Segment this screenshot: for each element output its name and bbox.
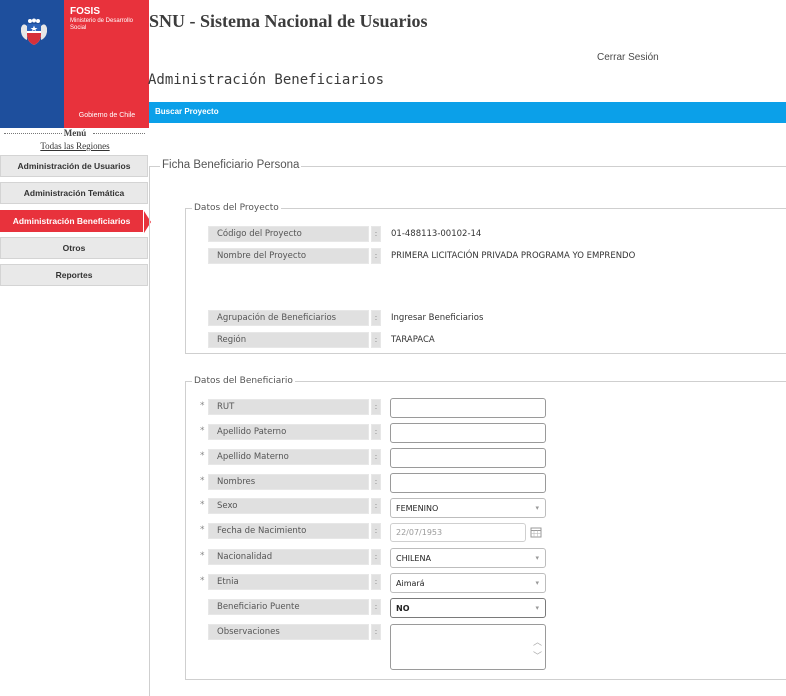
sidebar-item-reports[interactable]: Reportes — [0, 264, 148, 286]
colon-separator: : — [371, 599, 381, 615]
chevron-down-icon: ▾ — [535, 504, 539, 512]
scroll-down-icon[interactable]: ﹀ — [533, 653, 542, 662]
paternal-surname-label: Apellido Paterno — [208, 424, 369, 440]
rut-input[interactable] — [390, 398, 546, 418]
colon-separator: : — [371, 310, 381, 326]
action-bar: Buscar Proyecto — [149, 102, 786, 123]
colon-separator: : — [371, 498, 381, 514]
ethnicity-select-value: Aimará — [396, 579, 425, 588]
logo-ministry: Ministerio de Desarrollo Social — [70, 18, 134, 31]
scroll-up-icon[interactable]: ︿ — [533, 639, 542, 648]
app-title: SNU - Sistema Nacional de Usuarios — [149, 11, 428, 31]
logo-brand: FOSIS — [70, 6, 101, 17]
colon-separator: : — [371, 332, 381, 348]
paternal-surname-input[interactable] — [390, 423, 546, 443]
logo-government: Gobierno de Chile — [78, 112, 136, 119]
birth-date-field[interactable]: 22/07/1953 — [390, 523, 526, 542]
required-mark: * — [200, 426, 205, 436]
maternal-surname-label: Apellido Materno — [208, 449, 369, 465]
colon-separator: : — [371, 574, 381, 590]
bridge-beneficiary-select[interactable]: NO ▾ — [390, 598, 546, 618]
first-names-label: Nombres — [208, 474, 369, 490]
colon-separator: : — [371, 248, 381, 264]
calendar-icon[interactable] — [530, 526, 542, 538]
colon-separator: : — [371, 624, 381, 640]
nationality-label: Nacionalidad — [208, 549, 369, 565]
colon-separator: : — [371, 399, 381, 415]
maternal-surname-input[interactable] — [390, 448, 546, 468]
chevron-down-icon: ▾ — [535, 604, 539, 612]
first-names-input[interactable] — [390, 473, 546, 493]
beneficiary-group-value: Ingresar Beneficiarios — [391, 313, 484, 323]
observations-label: Observaciones — [208, 624, 369, 640]
required-mark: * — [200, 401, 205, 411]
required-mark: * — [200, 451, 205, 461]
project-code-label: Código del Proyecto — [208, 226, 369, 242]
project-code-value: 01-488113-00102-14 — [391, 229, 482, 239]
ficha-legend: Ficha Beneficiario Persona — [160, 159, 302, 171]
sidebar-item-others[interactable]: Otros — [0, 237, 148, 259]
search-project-link[interactable]: Buscar Proyecto — [155, 107, 219, 117]
required-mark: * — [200, 500, 205, 510]
rut-label: RUT — [208, 399, 369, 415]
sidebar-item-label: Administración Beneficiarios — [12, 216, 131, 226]
sex-select[interactable]: FEMENINO ▾ — [390, 498, 546, 518]
sex-label: Sexo — [208, 498, 369, 514]
bridge-beneficiary-select-value: NO — [396, 604, 410, 613]
region-value: TARAPACA — [391, 335, 435, 345]
project-legend: Datos del Proyecto — [192, 202, 281, 214]
project-name-value: PRIMERA LICITACIÓN PRIVADA PROGRAMA YO E… — [391, 251, 636, 261]
sidebar-item-users[interactable]: Administración de Usuarios — [0, 155, 148, 177]
sidebar-item-thematic[interactable]: Administración Temática — [0, 182, 148, 204]
observations-textarea[interactable]: ︿ ﹀ — [390, 624, 546, 670]
project-name-label: Nombre del Proyecto — [208, 248, 369, 264]
sex-select-value: FEMENINO — [396, 504, 439, 513]
required-mark: * — [200, 551, 205, 561]
menu-title: Menú — [63, 128, 87, 138]
nationality-select-value: CHILENA — [396, 554, 431, 563]
ethnicity-select[interactable]: Aimará ▾ — [390, 573, 546, 593]
nationality-select[interactable]: CHILENA ▾ — [390, 548, 546, 568]
colon-separator: : — [371, 549, 381, 565]
beneficiary-group-label: Agrupación de Beneficiarios — [208, 310, 369, 326]
required-mark: * — [200, 576, 205, 586]
colon-separator: : — [371, 226, 381, 242]
chile-coat-of-arms-icon — [21, 18, 47, 45]
colon-separator: : — [371, 474, 381, 490]
required-mark: * — [200, 525, 205, 535]
colon-separator: : — [371, 449, 381, 465]
colon-separator: : — [371, 424, 381, 440]
textarea-scrollbar[interactable]: ︿ ﹀ — [531, 627, 543, 667]
fosis-logo: FOSIS Ministerio de Desarrollo Social Go… — [0, 0, 149, 128]
page-title: Administración Beneficiarios — [148, 72, 385, 88]
ethnicity-label: Etnia — [208, 574, 369, 590]
sidebar-item-beneficiaries[interactable]: Administración Beneficiarios — [0, 210, 151, 233]
birth-date-label: Fecha de Nacimiento — [208, 523, 369, 539]
region-label: Región — [208, 332, 369, 348]
required-mark: * — [200, 476, 205, 486]
chevron-down-icon: ▾ — [535, 554, 539, 562]
chevron-down-icon: ▾ — [535, 579, 539, 587]
bridge-beneficiary-label: Beneficiario Puente — [208, 599, 369, 615]
logout-link[interactable]: Cerrar Sesión — [597, 52, 659, 63]
beneficiary-legend: Datos del Beneficiario — [192, 375, 295, 387]
all-regions-link[interactable]: Todas las Regiones — [2, 141, 148, 151]
colon-separator: : — [371, 523, 381, 539]
